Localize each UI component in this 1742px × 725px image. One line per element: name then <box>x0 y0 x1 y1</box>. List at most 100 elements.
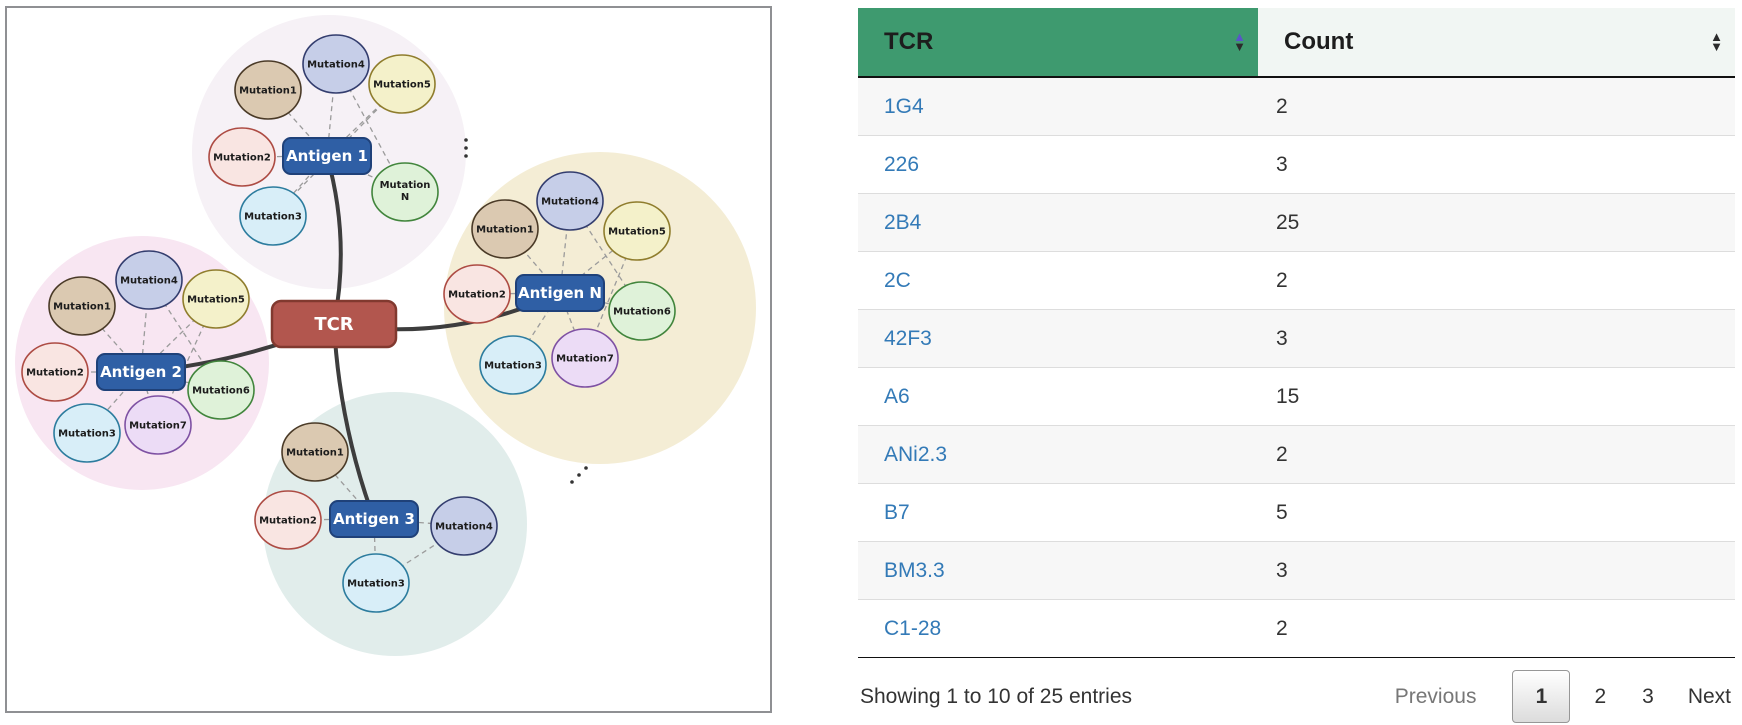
tcr-link[interactable]: 42F3 <box>884 327 932 350</box>
column-label-count: Count <box>1284 28 1353 55</box>
tcr-antigen-network-diagram: Mutation1 Mutation4 Mutation5 Mutation2 Muta… <box>5 6 772 713</box>
mutation-label: Mutation3 <box>347 579 405 590</box>
mutation-label: Mutation1 <box>53 302 111 313</box>
node-mutation4-antigen-n[interactable]: Mutation4 <box>537 172 603 230</box>
count-cell: 3 <box>1258 310 1735 368</box>
tcr-link[interactable]: ANi2.3 <box>884 443 947 466</box>
more-items-diagonal-ellipsis-icon <box>570 466 588 484</box>
node-antigen-n[interactable]: Antigen N <box>516 275 604 311</box>
node-mutation6-antigen-n[interactable]: Mutation6 <box>609 282 675 340</box>
mutation-label: Mutation6 <box>613 307 671 318</box>
count-cell: 2 <box>1258 252 1735 310</box>
node-mutation4-antigen-3[interactable]: Mutation4 <box>431 497 497 555</box>
node-mutation5-antigen-2[interactable]: Mutation5 <box>183 270 249 328</box>
mutation-label: Mutation4 <box>435 522 493 533</box>
dot <box>570 480 574 484</box>
pagination-next[interactable]: Next <box>1688 685 1735 709</box>
node-mutation5-antigen-1[interactable]: Mutation5 <box>369 55 435 113</box>
node-mutation3-antigen-3[interactable]: Mutation3 <box>343 554 409 612</box>
pagination-page-2[interactable]: 2 <box>1576 685 1624 708</box>
tcr-cell: 226 <box>858 136 1258 194</box>
mutation-label: Mutation4 <box>541 197 599 208</box>
mutation-label: Mutation1 <box>239 86 297 97</box>
more-items-vertical-ellipsis-icon <box>464 138 468 158</box>
mutation-label: Mutation4 <box>307 60 365 71</box>
tcr-link[interactable]: C1-28 <box>884 617 941 640</box>
tcr-cell: C1-28 <box>858 600 1258 658</box>
mutation-label: Mutation4 <box>120 276 178 287</box>
node-mutation3-antigen-1[interactable]: Mutation3 <box>240 187 306 245</box>
mutation-label: Mutation3 <box>244 212 302 223</box>
mutation-label: Mutation1 <box>286 448 344 459</box>
antigen-label: Antigen 3 <box>333 510 415 528</box>
pagination-page-1[interactable]: 1 <box>1512 670 1570 723</box>
mutation-label: Mutation2 <box>259 516 317 527</box>
pagination-page-3[interactable]: 3 <box>1624 685 1672 708</box>
tcr-cell: B7 <box>858 484 1258 542</box>
node-mutation3-antigen-n[interactable]: Mutation3 <box>480 336 546 394</box>
dot <box>464 138 468 142</box>
mutation-label: Mutation3 <box>484 361 542 372</box>
tcr-label: TCR <box>314 314 353 335</box>
tcr-link[interactable]: BM3.3 <box>884 559 945 582</box>
dot <box>464 154 468 158</box>
node-mutation1-antigen-1[interactable]: Mutation1 <box>235 61 301 119</box>
mutation-label: Mutation5 <box>608 227 666 238</box>
tcr-link[interactable]: 2B4 <box>884 211 921 234</box>
mutation-label: Mutation3 <box>58 429 116 440</box>
tcr-cell: 42F3 <box>858 310 1258 368</box>
node-mutation4-antigen-2[interactable]: Mutation4 <box>116 251 182 309</box>
tcr-link[interactable]: 226 <box>884 153 919 176</box>
column-header-tcr[interactable]: TCR ▲▼ <box>858 8 1258 77</box>
node-mutation-n-antigen-1[interactable]: MutationN <box>372 163 438 221</box>
table-row: C1-28 2 <box>858 600 1735 658</box>
node-mutation1-antigen-3[interactable]: Mutation1 <box>282 423 348 481</box>
tcr-link[interactable]: 2C <box>884 269 911 292</box>
mutation-label: Mutation6 <box>192 386 250 397</box>
node-mutation7-antigen-2[interactable]: Mutation7 <box>125 396 191 454</box>
mutation-label: Mutation2 <box>448 290 506 301</box>
node-mutation2-antigen-1[interactable]: Mutation2 <box>209 128 275 186</box>
node-mutation1-antigen-n[interactable]: Mutation1 <box>472 200 538 258</box>
node-mutation2-antigen-n[interactable]: Mutation2 <box>444 265 510 323</box>
pagination-previous[interactable]: Previous <box>1395 685 1477 709</box>
tcr-link[interactable]: B7 <box>884 501 910 524</box>
table-info: Showing 1 to 10 of 25 entries <box>858 685 1132 709</box>
count-cell: 5 <box>1258 484 1735 542</box>
node-mutation1-antigen-2[interactable]: Mutation1 <box>49 277 115 335</box>
mutation-label: Mutation1 <box>476 225 534 236</box>
count-cell: 2 <box>1258 77 1735 136</box>
mutation-label: Mutation5 <box>187 295 245 306</box>
table-row: 2B4 25 <box>858 194 1735 252</box>
node-mutation5-antigen-n[interactable]: Mutation5 <box>604 202 670 260</box>
count-cell: 25 <box>1258 194 1735 252</box>
tcr-link[interactable]: A6 <box>884 385 910 408</box>
dot <box>464 146 468 150</box>
node-antigen-3[interactable]: Antigen 3 <box>330 501 418 537</box>
tcr-table-panel: TCR ▲▼ Count ▲▼ 1G4222632B4252C242F33A61… <box>858 8 1735 723</box>
node-antigen-2[interactable]: Antigen 2 <box>97 354 185 390</box>
table-header-row: TCR ▲▼ Count ▲▼ <box>858 8 1735 77</box>
node-mutation4-antigen-1[interactable]: Mutation4 <box>303 35 369 93</box>
tcr-count-table: TCR ▲▼ Count ▲▼ 1G4222632B4252C242F33A61… <box>858 8 1735 658</box>
node-antigen-1[interactable]: Antigen 1 <box>283 138 371 174</box>
sort-both-icon: ▲▼ <box>1710 32 1723 52</box>
node-mutation3-antigen-2[interactable]: Mutation3 <box>54 404 120 462</box>
dot <box>577 473 581 477</box>
node-mutation2-antigen-3[interactable]: Mutation2 <box>255 491 321 549</box>
node-mutation6-antigen-2[interactable]: Mutation6 <box>188 361 254 419</box>
table-footer: Showing 1 to 10 of 25 entries Previous 1… <box>858 670 1735 723</box>
pagination: Previous 123 Next <box>1395 670 1735 723</box>
tcr-link[interactable]: 1G4 <box>884 95 924 118</box>
column-header-count[interactable]: Count ▲▼ <box>1258 8 1735 77</box>
node-tcr[interactable]: TCR <box>272 301 396 347</box>
antigen-label: Antigen N <box>518 284 602 302</box>
count-cell: 3 <box>1258 136 1735 194</box>
node-mutation2-antigen-2[interactable]: Mutation2 <box>22 343 88 401</box>
mutation-label: Mutation7 <box>129 421 187 432</box>
count-cell: 2 <box>1258 600 1735 658</box>
antigen-label: Antigen 1 <box>286 147 368 165</box>
mutation-label: Mutation5 <box>373 80 431 91</box>
dot <box>584 466 588 470</box>
node-mutation7-antigen-n[interactable]: Mutation7 <box>552 329 618 387</box>
